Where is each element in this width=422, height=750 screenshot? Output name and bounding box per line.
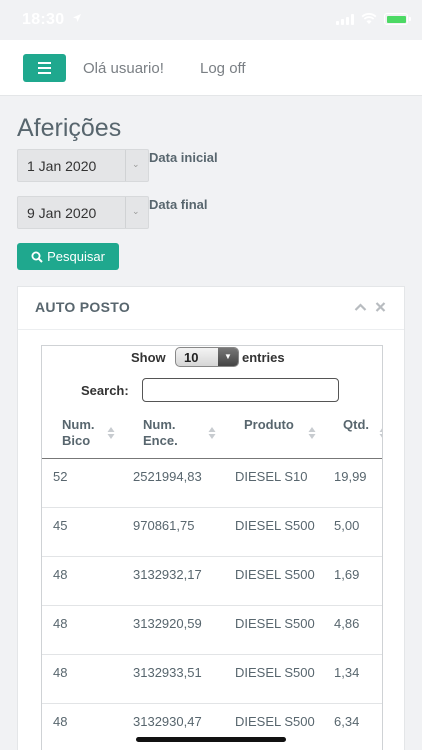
menu-icon [38, 62, 51, 64]
sort-icon[interactable] [379, 426, 383, 440]
cell-ence: 2521994,83 [133, 469, 202, 484]
cell-qtd: 1,69 [334, 567, 360, 582]
cell-bico: 48 [53, 616, 68, 631]
logoff-link[interactable]: Log off [200, 60, 246, 77]
cell-produto: DIESEL S10 [235, 469, 308, 484]
table-row[interactable]: 48 3132930,47 DIESEL S500 6,34 [42, 704, 382, 750]
search-icon [31, 251, 43, 263]
end-date-select[interactable]: 9 Jan 2020 ⌄ [17, 196, 149, 229]
data-table: Show 10 ▼ entries Search: Num. Bico Num.… [41, 345, 383, 750]
location-arrow-icon [73, 14, 81, 22]
cell-bico: 52 [53, 469, 68, 484]
collapse-icon[interactable] [354, 301, 367, 313]
table-row[interactable]: 48 3132920,59 DIESEL S500 4,86 [42, 606, 382, 655]
cell-qtd: 6,34 [334, 714, 360, 729]
end-date-value: 9 Jan 2020 [27, 205, 97, 221]
dropdown-arrow-icon: ▼ [218, 348, 238, 366]
start-date-value: 1 Jan 2020 [27, 158, 97, 174]
top-navbar: Olá usuario! Log off [0, 40, 422, 96]
cell-bico: 45 [53, 518, 68, 533]
battery-icon [384, 13, 411, 25]
close-icon[interactable] [375, 301, 386, 313]
search-button[interactable]: Pesquisar [17, 243, 119, 270]
chevron-down-icon: ⌄ [132, 159, 140, 169]
search-button-label: Pesquisar [47, 249, 105, 264]
sort-icon[interactable] [208, 426, 216, 440]
status-bar: 18:30 [0, 0, 422, 40]
cell-bico: 48 [53, 714, 68, 729]
page-title: Aferições [17, 114, 122, 142]
table-row[interactable]: 45 970861,75 DIESEL S500 5,00 [42, 508, 382, 557]
cell-qtd: 5,00 [334, 518, 360, 533]
end-date-label: Data final [149, 197, 208, 212]
cell-ence: 3132930,47 [133, 714, 202, 729]
table-row[interactable]: 48 3132933,51 DIESEL S500 1,34 [42, 655, 382, 704]
cell-bico: 48 [53, 665, 68, 680]
cell-produto: DIESEL S500 [235, 665, 315, 680]
auto-posto-panel: AUTO POSTO Show 10 ▼ entries Search: Num… [17, 286, 405, 750]
column-header-ence[interactable]: Num. Ence. [143, 417, 178, 449]
column-header-qtd[interactable]: Qtd. [343, 417, 369, 433]
cell-ence: 3132932,17 [133, 567, 202, 582]
cell-produto: DIESEL S500 [235, 518, 315, 533]
table-search-label: Search: [81, 383, 129, 398]
cell-produto: DIESEL S500 [235, 567, 315, 582]
start-date-select[interactable]: 1 Jan 2020 ⌄ [17, 149, 149, 182]
cell-bico: 48 [53, 567, 68, 582]
cell-ence: 3132933,51 [133, 665, 202, 680]
panel-title: AUTO POSTO [35, 299, 131, 315]
status-time: 18:30 [22, 11, 65, 28]
cell-ence: 970861,75 [133, 518, 195, 533]
start-date-label: Data inicial [149, 150, 218, 165]
cell-qtd: 19,99 [334, 469, 367, 484]
column-header-produto[interactable]: Produto [244, 417, 294, 433]
panel-header: AUTO POSTO [18, 287, 404, 330]
wifi-icon [361, 13, 377, 24]
sort-icon[interactable] [107, 426, 115, 440]
column-header-bico[interactable]: Num. Bico [62, 417, 95, 449]
entries-select[interactable]: 10 ▼ [175, 347, 239, 367]
sort-icon[interactable] [308, 426, 316, 440]
cell-ence: 3132920,59 [133, 616, 202, 631]
cell-produto: DIESEL S500 [235, 616, 315, 631]
user-greeting[interactable]: Olá usuario! [83, 60, 164, 77]
length-show-label: Show [131, 350, 166, 365]
entries-select-value: 10 [184, 350, 199, 365]
cell-produto: DIESEL S500 [235, 714, 315, 729]
menu-toggle-button[interactable] [23, 54, 66, 82]
home-indicator[interactable] [136, 737, 286, 742]
signal-icon [336, 13, 354, 25]
table-length-control: Show 10 ▼ entries [42, 346, 382, 370]
table-row[interactable]: 52 2521994,83 DIESEL S10 19,99 [42, 459, 382, 508]
chevron-down-icon: ⌄ [132, 206, 140, 216]
cell-qtd: 4,86 [334, 616, 360, 631]
table-search-input[interactable] [142, 378, 339, 402]
table-row[interactable]: 48 3132932,17 DIESEL S500 1,69 [42, 557, 382, 606]
cell-qtd: 1,34 [334, 665, 360, 680]
length-entries-label: entries [242, 350, 285, 365]
